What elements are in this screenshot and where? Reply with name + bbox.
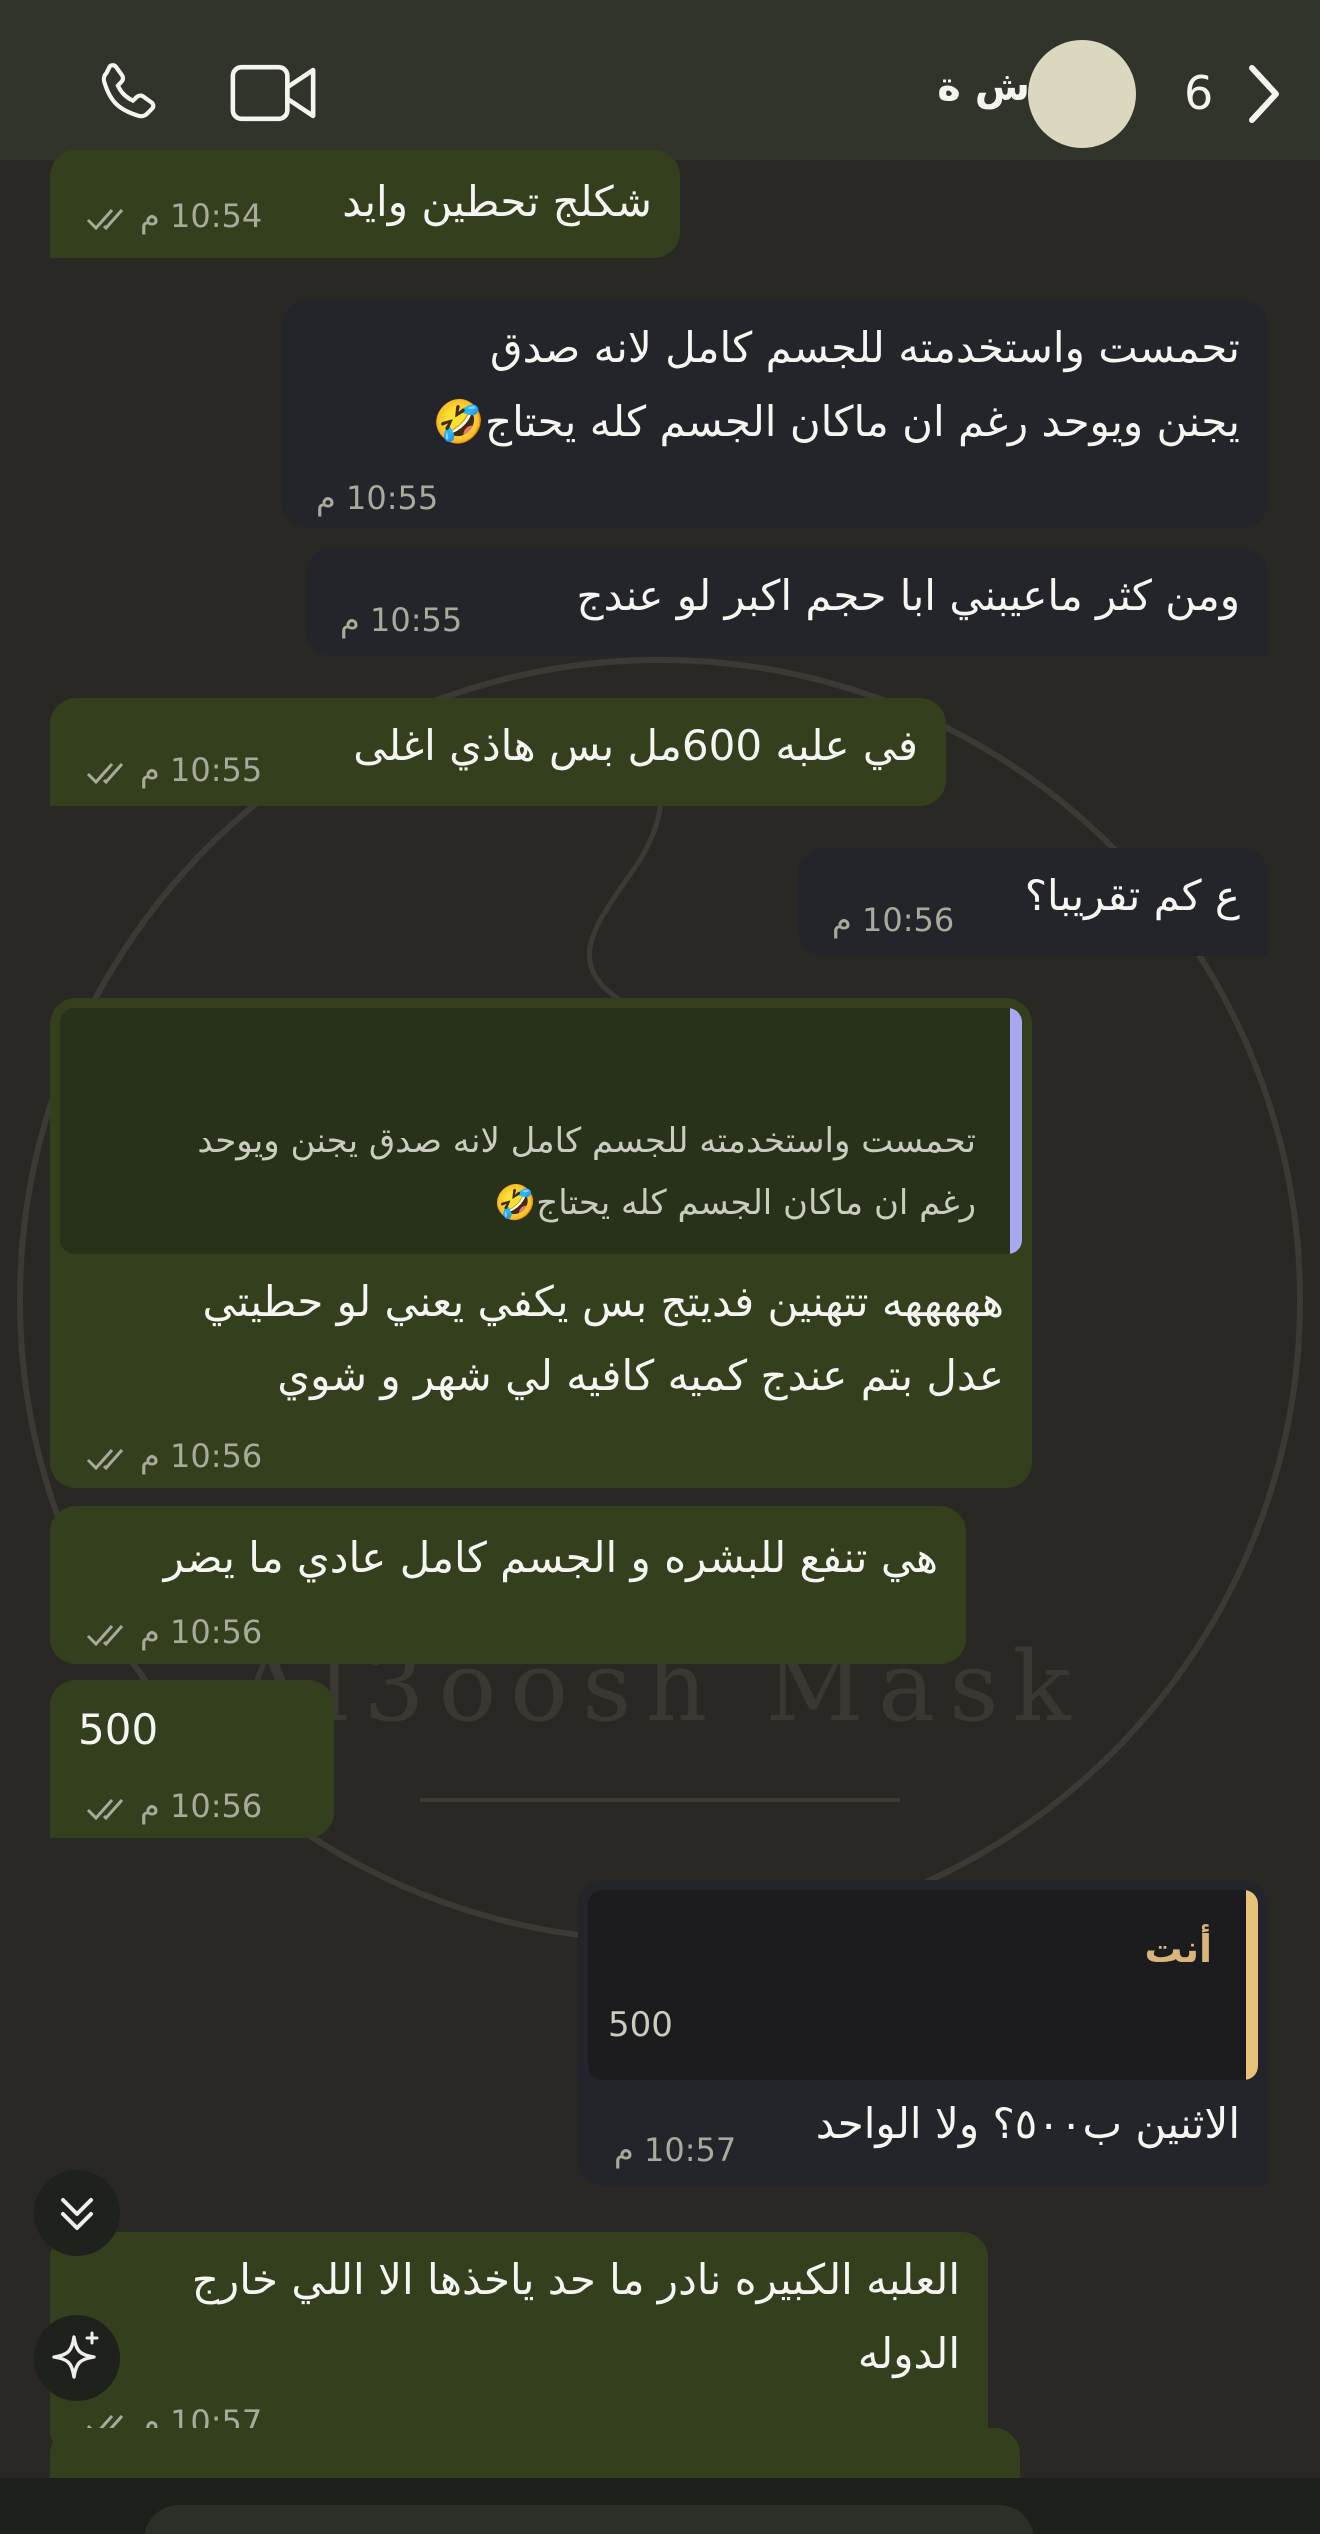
quoted-message[interactable]: أنت 500	[588, 1890, 1258, 2080]
message-text: الاثنين ب٥٠٠؟ ولا الواحد	[815, 2099, 1240, 2148]
video-camera-icon[interactable]	[230, 60, 316, 126]
message-text-line: عدل بتم عندج كميه كافيه لي شهر و شوي	[277, 1351, 1004, 1400]
message-time: 10:56 م	[140, 1437, 263, 1475]
double-check-icon	[86, 1625, 124, 1646]
double-check-icon	[86, 763, 124, 784]
message-meta: 10:56 م	[86, 1436, 262, 1476]
message-bubble-incoming[interactable]: 500 10:56 م	[50, 1680, 334, 1838]
quoted-message[interactable]: تحمست واستخدمته للجسم كامل لانه صدق يجنن…	[60, 1008, 1022, 1254]
message-text: ع كم تقريبا؟	[1024, 871, 1240, 920]
double-check-icon	[86, 1449, 124, 1470]
sparkle-icon	[52, 2331, 99, 2379]
double-check-icon	[86, 209, 124, 230]
message-bubble-incoming[interactable]: شكلج تحطين وايد 10:54 م	[50, 150, 680, 258]
message-bubble-incoming[interactable]: العلبه الكبيره نادر ما حد ياخذها الا الل…	[50, 2232, 988, 2456]
unread-count: 6	[1184, 66, 1214, 120]
message-bubble-incoming[interactable]: في علبه 600مل بس هاذي اغلى 10:55 م	[50, 698, 946, 806]
quote-author: أنت	[1144, 1927, 1212, 1971]
message-text-line: هههههه تتهنين فديتج بس يكفي يعني لو حطيت…	[202, 1277, 1004, 1326]
message-meta: 10:56 م	[86, 1786, 262, 1826]
contact-name[interactable]: ش ة	[937, 64, 1030, 110]
message-text-line: العلبه الكبيره نادر ما حد ياخذها الا الل…	[191, 2255, 960, 2304]
message-meta: 10:56 م	[86, 1612, 262, 1652]
double-chevron-down-icon	[61, 2198, 93, 2230]
message-time: 10:56 م	[832, 901, 955, 939]
double-check-icon	[86, 1799, 124, 1820]
message-bubble-outgoing[interactable]: ومن كثر ماعيبني ابا حجم اكبر لو عندج 10:…	[306, 548, 1268, 656]
message-bubble-outgoing[interactable]: تحمست واستخدمته للجسم كامل لانه صدق يجنن…	[282, 300, 1268, 528]
quote-accent-bar	[1010, 1008, 1022, 1254]
chat-header: ش ة 6	[0, 0, 1320, 160]
message-time: 10:55 م	[316, 479, 439, 517]
message-time: 10:56 م	[140, 1787, 263, 1825]
message-bubble-outgoing[interactable]: ع كم تقريبا؟ 10:56 م	[798, 848, 1268, 956]
chevron-right-icon[interactable]	[1244, 62, 1284, 126]
message-time: 10:55 م	[340, 601, 463, 639]
message-input[interactable]	[144, 2505, 1034, 2534]
message-time: 10:56 م	[140, 1613, 263, 1651]
message-text: في علبه 600مل بس هاذي اغلى	[353, 721, 918, 770]
quoted-text-line: تحمست واستخدمته للجسم كامل لانه صدق يجنن…	[197, 1121, 976, 1161]
message-text-line: الدوله	[857, 2329, 960, 2378]
avatar[interactable]	[1028, 40, 1136, 148]
ai-sparkle-button[interactable]	[34, 2315, 120, 2401]
scroll-down-button[interactable]	[34, 2170, 120, 2256]
message-text-line: تحمست واستخدمته للجسم كامل لانه صدق	[490, 323, 1240, 372]
quote-accent-bar	[1246, 1890, 1258, 2080]
message-time: 10:54 م	[140, 197, 263, 235]
message-text-line: يجنن ويوحد رغم ان ماكان الجسم كله يحتاج🤣	[432, 397, 1240, 446]
message-meta: 10:54 م	[86, 196, 262, 236]
quoted-text: 500	[608, 2005, 673, 2045]
message-text: ومن كثر ماعيبني ابا حجم اكبر لو عندج	[576, 571, 1240, 620]
message-text: هي تنفع للبشره و الجسم كامل عادي ما يضر	[163, 1533, 938, 1582]
phone-icon[interactable]	[90, 58, 162, 130]
message-text: شكلج تحطين وايد	[342, 177, 652, 226]
message-meta: 10:55 م	[86, 750, 262, 790]
message-bubble-outgoing-reply[interactable]: أنت 500 الاثنين ب٥٠٠؟ ولا الواحد 10:57 م	[578, 1880, 1268, 2186]
message-bubble-incoming-reply[interactable]: تحمست واستخدمته للجسم كامل لانه صدق يجنن…	[50, 998, 1032, 1488]
message-text: 500	[78, 1705, 159, 1754]
quoted-text-line: رغم ان ماكان الجسم كله يحتاج🤣	[493, 1183, 976, 1223]
message-bubble-incoming[interactable]: هي تنفع للبشره و الجسم كامل عادي ما يضر …	[50, 1506, 966, 1664]
message-time: 10:55 م	[140, 751, 263, 789]
message-time: 10:57 م	[614, 2131, 737, 2169]
